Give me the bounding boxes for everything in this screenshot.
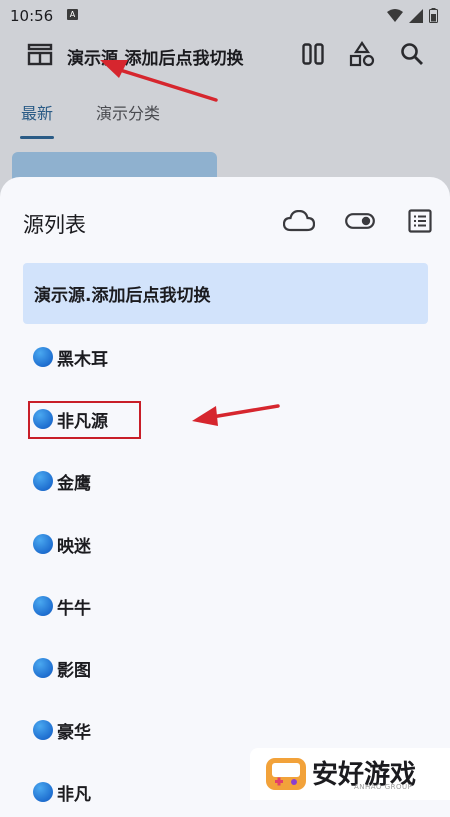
status-bar: 10:56 A [0,0,450,30]
wifi-icon [387,8,403,22]
source-dot-icon [33,534,53,554]
tab-latest[interactable]: 最新 [21,100,53,124]
source-label: 豪华 [57,722,91,743]
source-dot-icon [33,596,53,616]
selected-source-label: 演示源.添加后点我切换 [34,286,211,306]
source-label: 黑木耳 [57,349,108,370]
source-dot-icon [33,347,53,367]
source-dot-icon [33,658,53,678]
source-item[interactable]: 影图 [33,653,91,683]
source-dot-icon [33,720,53,740]
source-label: 牛牛 [57,598,91,619]
source-dot-icon [33,782,53,802]
watermark-subtext: ANHAO GROUP [354,783,413,791]
columns-icon[interactable] [299,40,327,68]
source-item[interactable]: 牛牛 [33,591,91,621]
signal-icon [409,8,423,23]
status-time: 10:56 [10,7,54,25]
tab-bar: 最新 演示分类 [0,88,450,140]
list-view-icon[interactable] [404,205,436,237]
source-label: 非凡 [57,784,91,805]
source-label: 金鹰 [57,473,91,494]
highlight-box [28,401,141,439]
sheet-title: 源列表 [23,213,86,237]
source-item[interactable]: 映迷 [33,529,91,559]
toggle-icon[interactable] [344,205,376,237]
tab-indicator [20,136,54,139]
app-bar: 演示源.添加后点我切换 [0,30,450,82]
source-item[interactable]: 非凡 [33,777,91,807]
cloud-icon[interactable] [283,205,315,237]
search-icon[interactable] [398,40,426,68]
source-switch-icon[interactable] [26,40,54,68]
source-item[interactable]: 豪华 [33,715,91,745]
gamepad-logo-icon [266,758,306,790]
source-dot-icon [33,471,53,491]
source-item[interactable]: 黑木耳 [33,342,108,372]
watermark-logo: 安好游戏 ANHAO GROUP [250,748,450,800]
current-source-title[interactable]: 演示源.添加后点我切换 [67,44,243,69]
source-list-sheet: 源列表 演示源.添加后点我切换 黑木耳 非凡源 金鹰 映迷 牛牛 影图 豪华 非… [0,177,450,817]
category-icon[interactable] [348,40,376,68]
notification-a-icon: A [67,9,78,20]
source-label: 映迷 [57,536,91,557]
source-item[interactable]: 金鹰 [33,466,91,496]
tab-demo-category[interactable]: 演示分类 [96,100,160,124]
source-label: 影图 [57,660,91,681]
battery-icon [429,8,438,23]
selected-source-item[interactable]: 演示源.添加后点我切换 [23,263,428,324]
